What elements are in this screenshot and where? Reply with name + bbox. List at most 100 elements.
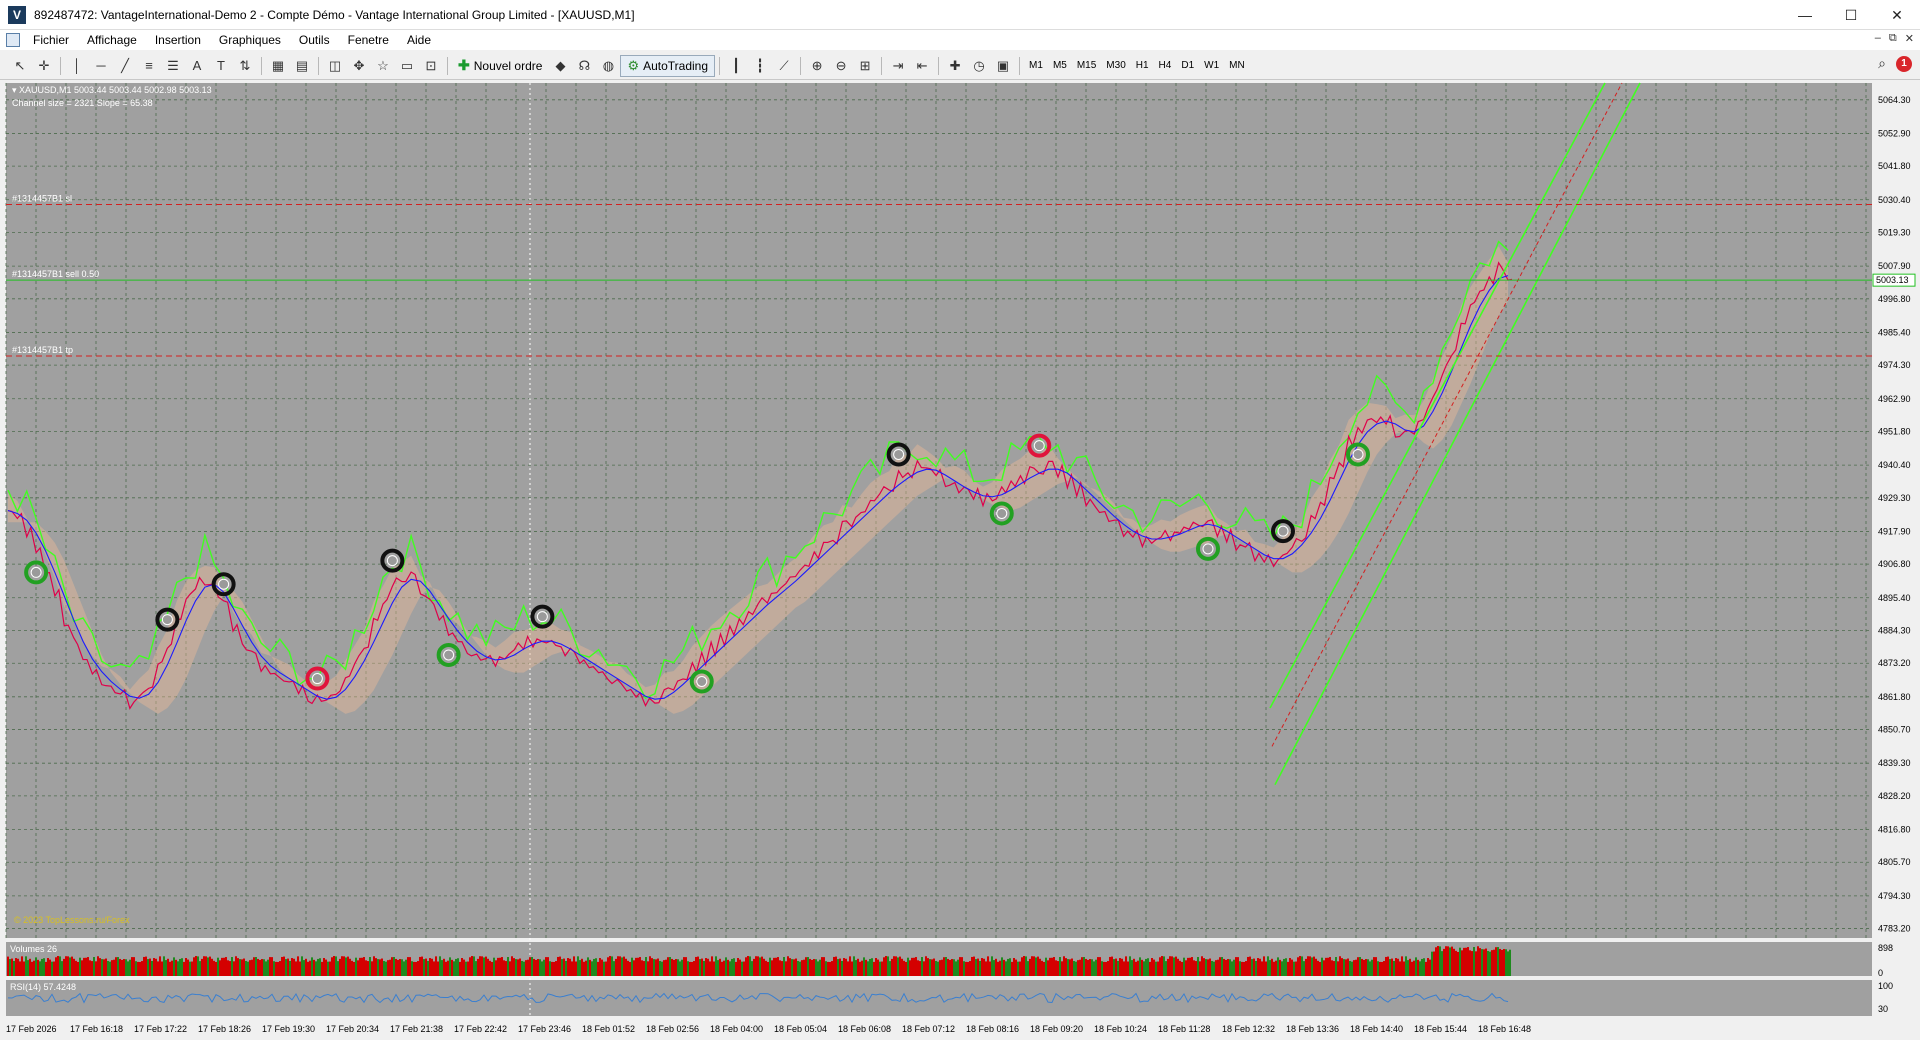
pivot-marker-center [696, 676, 708, 687]
time-axis-label: 18 Feb 08:16 [966, 1024, 1019, 1034]
mdi-close-button[interactable]: ✕ [1905, 32, 1914, 45]
pivot-marker-center [30, 566, 42, 578]
time-axis-label: 18 Feb 10:24 [1094, 1024, 1147, 1034]
menu-outils[interactable]: Outils [290, 33, 339, 47]
metaeditor-icon[interactable]: ◆ [548, 55, 572, 77]
timeframe-w1[interactable]: W1 [1199, 55, 1224, 77]
price-axis-label: 4805.70 [1878, 857, 1911, 867]
notification-icon[interactable]: 1 [1896, 55, 1912, 72]
price-axis-label: 5052.90 [1878, 128, 1911, 138]
periods-icon[interactable]: ◷ [967, 55, 991, 77]
new-chart-icon[interactable]: ▦ [266, 55, 290, 77]
pivot-marker-center [1202, 543, 1214, 555]
channel-icon[interactable]: ≡ [137, 55, 161, 77]
indicators-icon[interactable]: ✚ [943, 55, 967, 77]
arrows-icon[interactable]: ⇅ [233, 55, 257, 77]
plus-icon: ✚ [458, 57, 470, 73]
horizontal-line-icon[interactable]: ─ [89, 55, 113, 77]
volume-scale-min: 0 [1878, 968, 1883, 978]
close-button[interactable]: ✕ [1874, 0, 1920, 30]
crosshair-icon[interactable]: ✛ [32, 55, 56, 77]
market-icon[interactable]: ◍ [596, 55, 620, 77]
menu-affichage[interactable]: Affichage [78, 33, 146, 47]
zoom-in-icon[interactable]: ⊕ [805, 55, 829, 77]
rsi-pane-background [6, 980, 1872, 1016]
fibonacci-icon[interactable]: ☰ [161, 55, 185, 77]
price-axis-label: 4906.80 [1878, 559, 1911, 569]
mdi-restore-button[interactable]: ⧉ [1889, 32, 1897, 45]
timeframe-m30[interactable]: M30 [1101, 55, 1130, 77]
timeframe-d1[interactable]: D1 [1176, 55, 1199, 77]
autoscroll-icon[interactable]: ⇥ [886, 55, 910, 77]
time-axis-label: 18 Feb 05:04 [774, 1024, 827, 1034]
timeframe-m1[interactable]: M1 [1024, 55, 1048, 77]
tile-windows-icon[interactable]: ⊞ [853, 55, 877, 77]
terminal-icon[interactable]: ▭ [395, 55, 419, 77]
price-axis-label: 4873.20 [1878, 658, 1911, 668]
new-order-label: Nouvel ordre [473, 58, 543, 73]
signals-icon[interactable]: ☊ [572, 55, 596, 77]
vertical-line-icon[interactable]: │ [65, 55, 89, 77]
chart-window-icon[interactable] [6, 33, 20, 47]
price-axis-label: 5007.90 [1878, 261, 1911, 271]
time-axis-label: 18 Feb 01:52 [582, 1024, 635, 1034]
time-axis-label: 18 Feb 06:08 [838, 1024, 891, 1034]
timeframe-m15[interactable]: M15 [1072, 55, 1101, 77]
toolbar: ↖ ✛ │ ─ ╱ ≡ ☰ A T ⇅ ▦ ▤ ◫ ✥ ☆ ▭ ⊡ ✚ Nouv… [0, 52, 1920, 80]
app-logo-icon: V [8, 5, 26, 24]
timeframe-h1[interactable]: H1 [1131, 55, 1154, 77]
templates-icon[interactable]: ▣ [991, 55, 1015, 77]
menu-fichier[interactable]: Fichier [24, 33, 78, 47]
channel-info: Channel size = 2321 Slope = 65.38 [12, 98, 153, 108]
price-chart[interactable]: 5064.30 5052.90 5041.80 5030.40 5019.30 5007.… [0, 81, 1920, 1040]
pivot-marker-center [893, 448, 905, 460]
time-axis-label: 18 Feb 13:36 [1286, 1024, 1339, 1034]
menu-fenetre[interactable]: Fenetre [339, 33, 398, 47]
text-icon[interactable]: A [185, 55, 209, 77]
price-axis-label: 4828.20 [1878, 791, 1911, 801]
autotrading-button[interactable]: ⚙ AutoTrading [620, 54, 716, 77]
minimize-button[interactable]: — [1782, 0, 1828, 30]
price-axis-label: 5019.30 [1878, 227, 1911, 237]
menu-graphiques[interactable]: Graphiques [210, 33, 290, 47]
timeframe-h4[interactable]: H4 [1154, 55, 1177, 77]
pivot-marker-center [996, 507, 1008, 519]
menu-insertion[interactable]: Insertion [146, 33, 210, 47]
time-axis-label: 17 Feb 22:42 [454, 1024, 507, 1034]
chart-shift-icon[interactable]: ⇤ [910, 55, 934, 77]
market-watch-icon[interactable]: ◫ [323, 55, 347, 77]
bar-chart-icon[interactable]: ┃ [724, 55, 748, 77]
new-order-button[interactable]: ✚ Nouvel ordre [452, 55, 548, 77]
timeframe-m5[interactable]: M5 [1048, 55, 1072, 77]
data-window-icon[interactable]: ☆ [371, 55, 395, 77]
price-axis-label: 4940.40 [1878, 460, 1911, 470]
navigator-icon[interactable]: ✥ [347, 55, 371, 77]
price-axis-label: 4974.30 [1878, 360, 1911, 370]
time-axis-label: 18 Feb 12:32 [1222, 1024, 1275, 1034]
mdi-minimize-button[interactable]: – [1875, 32, 1881, 45]
candlestick-icon[interactable]: ┇ [748, 55, 772, 77]
order-line-label: #1314457B1 tp [12, 345, 73, 355]
pivot-marker-center [1277, 525, 1289, 537]
profiles-icon[interactable]: ▤ [290, 55, 314, 77]
tester-icon[interactable]: ⊡ [419, 55, 443, 77]
trendline-icon[interactable]: ╱ [113, 55, 137, 77]
zoom-out-icon[interactable]: ⊖ [829, 55, 853, 77]
cursor-icon[interactable]: ↖ [8, 55, 32, 77]
autotrading-label: AutoTrading [643, 58, 709, 73]
maximize-button[interactable]: ☐ [1828, 0, 1874, 30]
time-axis-label: 17 Feb 17:22 [134, 1024, 187, 1034]
time-axis-label: 18 Feb 15:44 [1414, 1024, 1467, 1034]
text-label-icon[interactable]: T [209, 55, 233, 77]
timeframe-mn[interactable]: MN [1224, 55, 1250, 77]
menu-aide[interactable]: Aide [398, 33, 440, 47]
chart-window[interactable]: 5064.30 5052.90 5041.80 5030.40 5019.30 5007.… [0, 81, 1920, 1040]
autotrading-icon: ⚙ [627, 57, 640, 73]
line-chart-icon[interactable]: ⟋ [772, 55, 796, 77]
pivot-marker-center [1033, 440, 1045, 452]
price-axis-label: 4783.20 [1878, 924, 1911, 934]
symbol-info: ▾ XAUUSD,M1 5003.44 5003.44 5002.98 5003… [12, 85, 212, 95]
time-axis-label: 18 Feb 07:12 [902, 1024, 955, 1034]
search-icon[interactable]: ⌕ [1878, 55, 1886, 72]
pivot-marker-center [161, 614, 173, 626]
